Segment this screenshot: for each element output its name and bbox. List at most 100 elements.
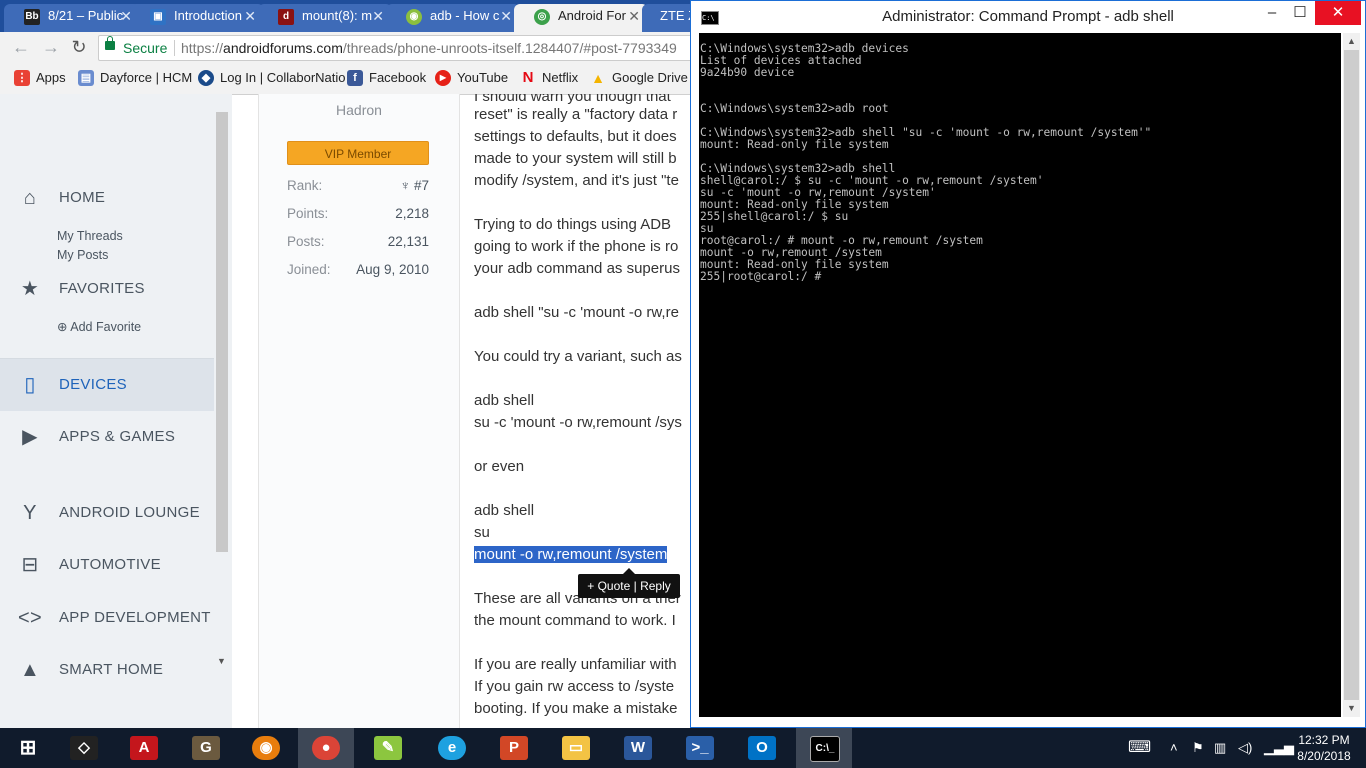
scroll-up-arrow-icon[interactable]: ▲ [1343, 33, 1360, 50]
tab-blackboard[interactable]: Bb 8/21 – Public ✕ [4, 4, 140, 32]
unity-icon: ◇ [70, 736, 98, 760]
maximize-button[interactable]: ☐ [1285, 1, 1315, 25]
scroll-thumb[interactable] [1344, 50, 1359, 700]
sidebar-scrollbar[interactable] [216, 112, 228, 552]
selected-text[interactable]: mount -o rw,remount /system [474, 546, 668, 563]
taskbar-notepadpp[interactable]: ✎ [360, 728, 416, 768]
android-icon: ◉ [406, 9, 422, 25]
windows-taskbar: ⊞ ◇ A G ◉ ● ✎ e P ▭ W >_ O C:\_ ⌨ ˄ ⚑ ▥ … [0, 728, 1366, 768]
taskbar-file-explorer[interactable]: ▭ [548, 728, 604, 768]
bookmark-google-drive[interactable]: ▲ Google Drive [590, 62, 688, 94]
clock-date[interactable]: 8/20/2018 [1296, 749, 1352, 763]
close-icon[interactable]: ✕ [372, 4, 384, 28]
home-icon: ⌂ [23, 187, 37, 209]
taskbar-word[interactable]: W [610, 728, 666, 768]
reload-icon[interactable]: ↻ [68, 36, 90, 58]
keyboard-icon[interactable]: ⌨ [1128, 737, 1151, 757]
stat-joined: Joined: Aug 9, 2010 [287, 262, 429, 277]
bookmark-facebook[interactable]: f Facebook [347, 62, 426, 94]
taskbar-powerpoint[interactable]: P [486, 728, 542, 768]
cmd-titlebar[interactable]: Administrator: Command Prompt - adb shel… [691, 1, 1365, 33]
taskbar-blender[interactable]: ◉ [238, 728, 294, 768]
add-favorite-link[interactable]: ⊕ Add Favorite [57, 319, 141, 334]
bookmark-apps[interactable]: ⋮ Apps [14, 62, 66, 94]
post-line: going to work if the phone is ro [474, 238, 679, 255]
taskbar-internet-explorer[interactable]: e [424, 728, 480, 768]
scroll-down-arrow-icon[interactable]: ▼ [1343, 700, 1360, 717]
stat-value: Aug 9, 2010 [356, 262, 429, 277]
outlook-icon: O [748, 736, 776, 760]
taskbar-powershell[interactable]: >_ [672, 728, 728, 768]
speaker-icon[interactable]: ◁) [1238, 740, 1252, 756]
stat-posts: Posts: 22,131 [287, 234, 429, 249]
console-scrollbar[interactable]: ▲ ▼ [1343, 33, 1360, 717]
taskbar-command-prompt[interactable]: C:\_ [796, 728, 852, 768]
start-button[interactable]: ⊞ [0, 728, 56, 768]
tray-chevron-icon[interactable]: ˄ [1170, 740, 1178, 755]
bookmark-dayforce[interactable]: ▤ Dayforce | HCM [78, 62, 192, 94]
bookmark-label: Dayforce | HCM [100, 70, 193, 85]
taskbar-outlook[interactable]: O [734, 728, 790, 768]
minimize-button[interactable]: – [1257, 1, 1287, 25]
star-icon: ★ [20, 278, 40, 300]
quote-reply-popup[interactable]: + Quote | Reply [578, 568, 680, 598]
close-button[interactable]: ✕ [1315, 1, 1361, 25]
network-icon[interactable]: ▥ [1214, 740, 1226, 756]
stat-label: Points: [287, 206, 329, 221]
folder-icon: ▭ [562, 736, 590, 760]
close-icon[interactable]: ✕ [628, 4, 640, 28]
close-icon[interactable]: ✕ [244, 4, 256, 28]
sidebar-item-apps-games[interactable]: ▶ APPS & GAMES [0, 411, 214, 463]
sidebar-item-devices[interactable]: ▯ DEVICES [0, 359, 214, 411]
forward-arrow-icon[interactable]: → [40, 36, 62, 58]
sidebar-item-home[interactable]: ⌂ HOME [0, 172, 214, 224]
post-line: If you gain rw access to /syste [474, 678, 675, 695]
sidebar-item-label: FAVORITES [59, 280, 145, 297]
sidebar-item-automotive[interactable]: ⊟ AUTOMOTIVE [0, 539, 214, 591]
tab-mount-man[interactable]: d mount(8): m ✕ [258, 4, 392, 32]
taskbar-chrome[interactable]: ● [298, 728, 354, 768]
taskbar-acrobat[interactable]: A [116, 728, 172, 768]
scroll-down-arrow-icon[interactable]: ▼ [217, 656, 226, 666]
taskbar-unity[interactable]: ◇ [56, 728, 112, 768]
stat-rank: Rank: ♆ #7 [287, 178, 429, 193]
my-threads-link[interactable]: My Threads [57, 229, 123, 243]
post-line: settings to defaults, but it does [474, 128, 677, 145]
stat-value: ♆ #7 [400, 178, 429, 193]
tab-android-forums[interactable]: ◎ Android For ✕ [514, 4, 648, 32]
tab-introduction[interactable]: ▣ Introduction ✕ [130, 4, 264, 32]
sidebar-item-android-lounge[interactable]: Y ANDROID LOUNGE [0, 487, 214, 539]
stat-value: 2,218 [395, 206, 429, 221]
my-posts-link[interactable]: My Posts [57, 248, 108, 262]
sidebar-item-favorites[interactable]: ★ FAVORITES [0, 263, 214, 315]
stat-label: Posts: [287, 234, 325, 249]
taskbar-gimp[interactable]: G [178, 728, 234, 768]
stat-label: Joined: [287, 262, 331, 277]
bookmark-collabornation[interactable]: ◆ Log In | CollaborNatio [198, 62, 346, 94]
blender-icon: ◉ [252, 736, 280, 760]
bookmark-youtube[interactable]: ▶ YouTube [435, 62, 508, 94]
sidebar-item-app-development[interactable]: <> APP DEVELOPMENT [0, 592, 214, 644]
command-prompt-window[interactable]: Administrator: Command Prompt - adb shel… [690, 0, 1366, 728]
url-text: https://androidforums.com/threads/phone-… [181, 36, 677, 60]
flag-icon[interactable]: ⚑ [1192, 740, 1204, 756]
blackboard-icon: Bb [24, 9, 40, 25]
sidebar-item-smart-home[interactable]: ▲ SMART HOME [0, 644, 214, 696]
tab-label: 8/21 – Public [48, 8, 124, 23]
car-icon: ⊟ [21, 554, 39, 576]
cmd-app-icon[interactable]: C:\ [701, 11, 719, 25]
netflix-icon: N [522, 69, 534, 86]
bookmark-label: Google Drive [612, 70, 688, 85]
close-icon[interactable]: ✕ [500, 4, 512, 28]
url-path: /threads/phone-unroots-itself.1284407/#p… [342, 40, 677, 56]
tab-adb-how[interactable]: ◉ adb - How c ✕ [386, 4, 520, 32]
console-text: C:\Windows\system32>adb devices List of … [700, 42, 1152, 283]
clock-time[interactable]: 12:32 PM [1296, 733, 1352, 747]
apps-grid-icon: ⋮ [14, 70, 30, 86]
back-arrow-icon[interactable]: ← [10, 36, 32, 58]
wifi-icon[interactable]: ▁▃▅ [1264, 740, 1294, 756]
bookmark-netflix[interactable]: N Netflix [520, 62, 579, 94]
sidebar-item-label: APP DEVELOPMENT [59, 609, 211, 626]
gimp-icon: G [192, 736, 220, 760]
console-output[interactable]: C:\Windows\system32>adb devices List of … [699, 33, 1341, 717]
